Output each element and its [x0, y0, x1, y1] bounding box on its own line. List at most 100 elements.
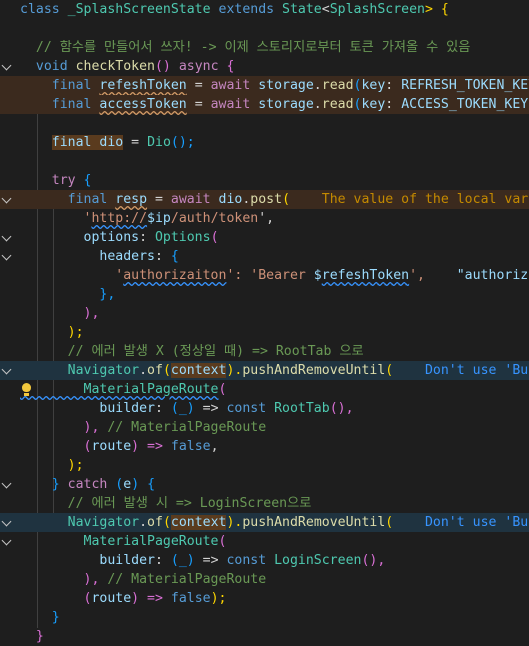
code-token: ( [210, 230, 219, 245]
code-token: of [147, 363, 163, 378]
code-line[interactable]: 'http://$ip/auth/token', [0, 209, 529, 228]
code-token: builder [20, 401, 155, 416]
code-token: ); [20, 458, 84, 473]
code-text: (route) => false, [20, 437, 219, 456]
gutter [0, 190, 20, 209]
code-line[interactable]: final resp = await dio.post( The value o… [0, 190, 529, 209]
code-line[interactable]: ), // MaterialPageRoute [0, 570, 529, 589]
code-line[interactable]: builder: (_) => const RootTab(), [0, 399, 529, 418]
code-token: = [123, 135, 148, 150]
code-line[interactable]: // 에러 발생 X (정상일 때) => RootTab 으로 [0, 342, 529, 361]
code-token: catch [67, 477, 116, 492]
code-line[interactable]: final refeshToken = await storage.read(k… [0, 76, 529, 95]
code-line[interactable]: ), // MaterialPageRoute [0, 418, 529, 437]
code-token: false [170, 591, 211, 606]
gutter [0, 456, 20, 475]
code-line[interactable]: }, [0, 285, 529, 304]
code-token: await [210, 78, 259, 93]
code-token: => [194, 401, 227, 416]
code-token: ), [20, 572, 100, 587]
gutter [0, 380, 20, 399]
gutter [0, 171, 20, 190]
code-line[interactable]: ), [0, 304, 529, 323]
code-line[interactable]: // 에러 발생 시 => LoginScreen으로 [0, 494, 529, 513]
code-text: 'http://$ip/auth/token', [20, 209, 275, 228]
code-token: The value of the local variab [290, 192, 529, 207]
fold-chevron-icon[interactable] [1, 60, 12, 71]
code-token: of [147, 515, 163, 530]
gutter [0, 266, 20, 285]
code-line[interactable]: MaterialPageRoute( [0, 380, 529, 399]
fold-chevron-icon[interactable] [1, 364, 12, 375]
code-line[interactable]: (route) => false); [0, 589, 529, 608]
code-editor[interactable]: class _SplashScreenState extends State<S… [0, 0, 529, 644]
code-token: (_) [170, 401, 195, 416]
code-line[interactable]: } [0, 627, 529, 646]
fold-chevron-icon[interactable] [1, 250, 12, 261]
fold-chevron-icon[interactable] [1, 535, 12, 546]
code-line[interactable]: class _SplashScreenState extends State<S… [0, 0, 529, 19]
code-line[interactable]: // 함수를 만들어서 쓰자! -> 이제 스토리지로부터 토큰 가져올 수 있… [0, 38, 529, 57]
code-line[interactable]: ); [0, 323, 529, 342]
code-token: . [313, 78, 322, 93]
code-text: (route) => false); [20, 589, 227, 608]
code-line[interactable]: final dio = Dio(); [0, 133, 529, 152]
code-token: resp [115, 192, 148, 207]
code-line[interactable] [0, 19, 529, 38]
code-token: // MaterialPageRoute [99, 572, 267, 587]
code-token: headers [20, 249, 155, 264]
code-token: Navigator [20, 363, 140, 378]
code-token: : [385, 97, 402, 112]
code-token: _SplashScreenState [67, 2, 219, 17]
code-token: ) => [131, 591, 171, 606]
code-line[interactable]: void checkToken() async { [0, 57, 529, 76]
code-line[interactable]: 'authorizaiton': 'Bearer $refeshToken', … [0, 266, 529, 285]
fold-chevron-icon[interactable] [1, 231, 12, 242]
code-line[interactable]: options: Options( [0, 228, 529, 247]
fold-chevron-icon[interactable] [1, 516, 12, 527]
gutter [0, 114, 20, 133]
code-token: => [194, 553, 227, 568]
code-token: : [154, 553, 171, 568]
gutter [0, 57, 20, 76]
code-line[interactable]: headers: { [0, 247, 529, 266]
code-line[interactable]: MaterialPageRoute( [0, 532, 529, 551]
code-token: void [20, 59, 76, 74]
code-token: : [385, 78, 402, 93]
code-token: : [154, 249, 171, 264]
code-line[interactable]: builder: (_) => const LoginScreen(), [0, 551, 529, 570]
fold-chevron-icon[interactable] [1, 478, 12, 489]
code-token: (), [361, 553, 386, 568]
code-line[interactable]: try { [0, 171, 529, 190]
code-line[interactable]: ); [0, 456, 529, 475]
code-text: ), // MaterialPageRoute [20, 570, 267, 589]
code-line[interactable]: } catch (e) { [0, 475, 529, 494]
code-token: } [20, 477, 68, 492]
code-line[interactable] [0, 152, 529, 171]
code-text: headers: { [20, 247, 178, 266]
code-text: ), [20, 304, 100, 323]
code-token: ', [258, 211, 275, 226]
code-text: ); [20, 323, 84, 342]
code-text: final dio = Dio(); [20, 133, 195, 152]
code-token: Options [154, 230, 211, 245]
code-token: storage [258, 97, 314, 112]
code-token: options [20, 230, 140, 245]
code-token: MaterialPageRoute [20, 534, 219, 549]
code-token: refeshToken [99, 78, 187, 93]
gutter [0, 494, 20, 513]
code-token: ( [162, 363, 171, 378]
code-line[interactable]: Navigator.of(context).pushAndRemoveUntil… [0, 361, 529, 380]
code-line[interactable]: Navigator.of(context).pushAndRemoveUntil… [0, 513, 529, 532]
gutter [0, 570, 20, 589]
code-token: ). [226, 515, 243, 530]
code-line[interactable]: final accessToken = await storage.read(k… [0, 95, 529, 114]
code-token: extends [218, 2, 283, 17]
code-line[interactable]: (route) => false, [0, 437, 529, 456]
code-line[interactable]: } [0, 608, 529, 627]
code-line[interactable] [0, 114, 529, 133]
fold-chevron-icon[interactable] [1, 193, 12, 204]
code-text: // 함수를 만들어서 쓰자! -> 이제 스토리지로부터 토큰 가져올 수 있… [20, 38, 471, 57]
code-token: } [20, 610, 60, 625]
code-text: final refeshToken = await storage.read(k… [20, 76, 529, 95]
